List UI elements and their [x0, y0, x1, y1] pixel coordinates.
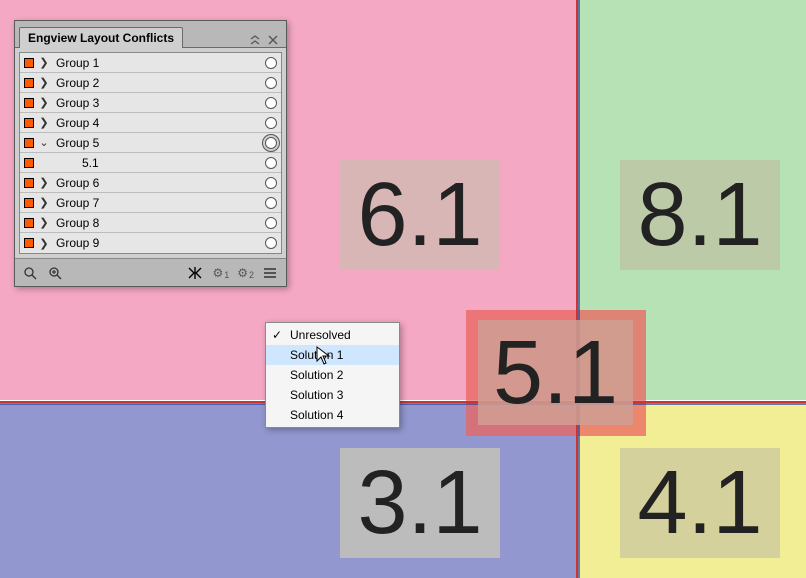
select-radio[interactable] — [265, 157, 277, 169]
group-label: Group 5 — [54, 136, 261, 150]
region-label-3-1: 3.1 — [340, 448, 500, 558]
color-swatch — [24, 218, 34, 228]
menu-item-solution-3[interactable]: Solution 3 — [266, 385, 399, 405]
panel-tabbar: Engview Layout Conflicts — [15, 21, 286, 47]
guide-horizontal-blue[interactable] — [0, 403, 806, 405]
region-label-4-1: 4.1 — [620, 448, 780, 558]
layout-conflicts-panel[interactable]: Engview Layout Conflicts ❯ Group 1 ❯ Gro… — [14, 20, 287, 287]
chevron-right-icon[interactable]: ❯ — [38, 237, 50, 250]
group-label: Group 8 — [54, 216, 261, 230]
panel-footer: ⚙1 ⚙2 — [15, 258, 286, 286]
color-swatch — [24, 178, 34, 188]
cursor-icon — [316, 346, 332, 362]
settings-2-icon[interactable]: ⚙2 — [237, 266, 254, 280]
menu-item-label: Solution 3 — [290, 388, 343, 402]
color-swatch — [24, 78, 34, 88]
menu-item-solution-1[interactable]: Solution 1 — [266, 345, 399, 365]
group-row-expanded[interactable]: ⌄ Group 5 — [20, 133, 281, 153]
conflict-group-list[interactable]: ❯ Group 1 ❯ Group 2 ❯ Group 3 ❯ Group 4 — [19, 52, 282, 254]
panel-menu-icon[interactable] — [262, 264, 280, 282]
chevron-right-icon[interactable]: ❯ — [38, 76, 50, 89]
select-radio[interactable] — [265, 97, 277, 109]
select-radio[interactable] — [265, 197, 277, 209]
chevron-right-icon[interactable]: ❯ — [38, 116, 50, 129]
menu-item-unresolved[interactable]: ✓ Unresolved — [266, 325, 399, 345]
group-row[interactable]: ❯ Group 2 — [20, 73, 281, 93]
group-label: Group 7 — [54, 196, 261, 210]
color-swatch — [24, 158, 34, 168]
color-swatch — [24, 118, 34, 128]
group-row[interactable]: ❯ Group 3 — [20, 93, 281, 113]
group-row[interactable]: ❯ Group 6 — [20, 173, 281, 193]
settings-1-icon[interactable]: ⚙1 — [212, 266, 229, 280]
panel-tab-title[interactable]: Engview Layout Conflicts — [19, 27, 183, 48]
color-swatch — [24, 238, 34, 248]
region-label-6-1: 6.1 — [340, 160, 500, 270]
group-label: Group 2 — [54, 76, 261, 90]
group-label: Group 6 — [54, 176, 261, 190]
panel-body: ❯ Group 1 ❯ Group 2 ❯ Group 3 ❯ Group 4 — [15, 47, 286, 258]
guide-vertical-blue[interactable] — [578, 0, 580, 578]
group-label: Group 9 — [54, 236, 261, 250]
color-swatch — [24, 138, 34, 148]
menu-item-solution-2[interactable]: Solution 2 — [266, 365, 399, 385]
group-row[interactable]: ❯ Group 4 — [20, 113, 281, 133]
menu-item-label: Unresolved — [290, 328, 351, 342]
select-radio[interactable] — [265, 177, 277, 189]
group-row[interactable]: ❯ Group 8 — [20, 213, 281, 233]
group-row[interactable]: ❯ Group 7 — [20, 193, 281, 213]
color-swatch — [24, 98, 34, 108]
chevron-right-icon[interactable]: ❯ — [38, 176, 50, 189]
chevron-down-icon[interactable]: ⌄ — [38, 136, 50, 149]
child-label: 5.1 — [54, 156, 261, 170]
chevron-right-icon[interactable]: ❯ — [38, 196, 50, 209]
color-swatch — [24, 58, 34, 68]
chevron-right-icon[interactable]: ❯ — [38, 96, 50, 109]
solution-context-menu[interactable]: ✓ Unresolved Solution 1 Solution 2 Solut… — [265, 322, 400, 428]
select-radio[interactable] — [265, 57, 277, 69]
search-icon[interactable] — [21, 264, 39, 282]
select-radio[interactable] — [265, 77, 277, 89]
group-child-row[interactable]: 5.1 — [20, 153, 281, 173]
close-icon[interactable] — [266, 33, 280, 47]
collapse-icon[interactable] — [248, 33, 262, 47]
chevron-right-icon[interactable]: ❯ — [38, 56, 50, 69]
region-label-5-1: 5.1 — [478, 320, 633, 425]
menu-item-label: Solution 2 — [290, 368, 343, 382]
select-radio-active[interactable] — [265, 137, 277, 149]
menu-item-label: Solution 4 — [290, 408, 343, 422]
group-label: Group 1 — [54, 56, 261, 70]
align-tool-icon[interactable] — [186, 264, 204, 282]
group-row[interactable]: ❯ Group 1 — [20, 53, 281, 73]
zoom-in-icon[interactable] — [47, 264, 65, 282]
group-label: Group 4 — [54, 116, 261, 130]
select-radio[interactable] — [265, 237, 277, 249]
group-row[interactable]: ❯ Group 9 — [20, 233, 281, 253]
check-icon: ✓ — [272, 328, 282, 342]
select-radio[interactable] — [265, 117, 277, 129]
color-swatch — [24, 198, 34, 208]
region-label-8-1: 8.1 — [620, 160, 780, 270]
chevron-right-icon[interactable]: ❯ — [38, 216, 50, 229]
menu-item-solution-4[interactable]: Solution 4 — [266, 405, 399, 425]
group-label: Group 3 — [54, 96, 261, 110]
select-radio[interactable] — [265, 217, 277, 229]
